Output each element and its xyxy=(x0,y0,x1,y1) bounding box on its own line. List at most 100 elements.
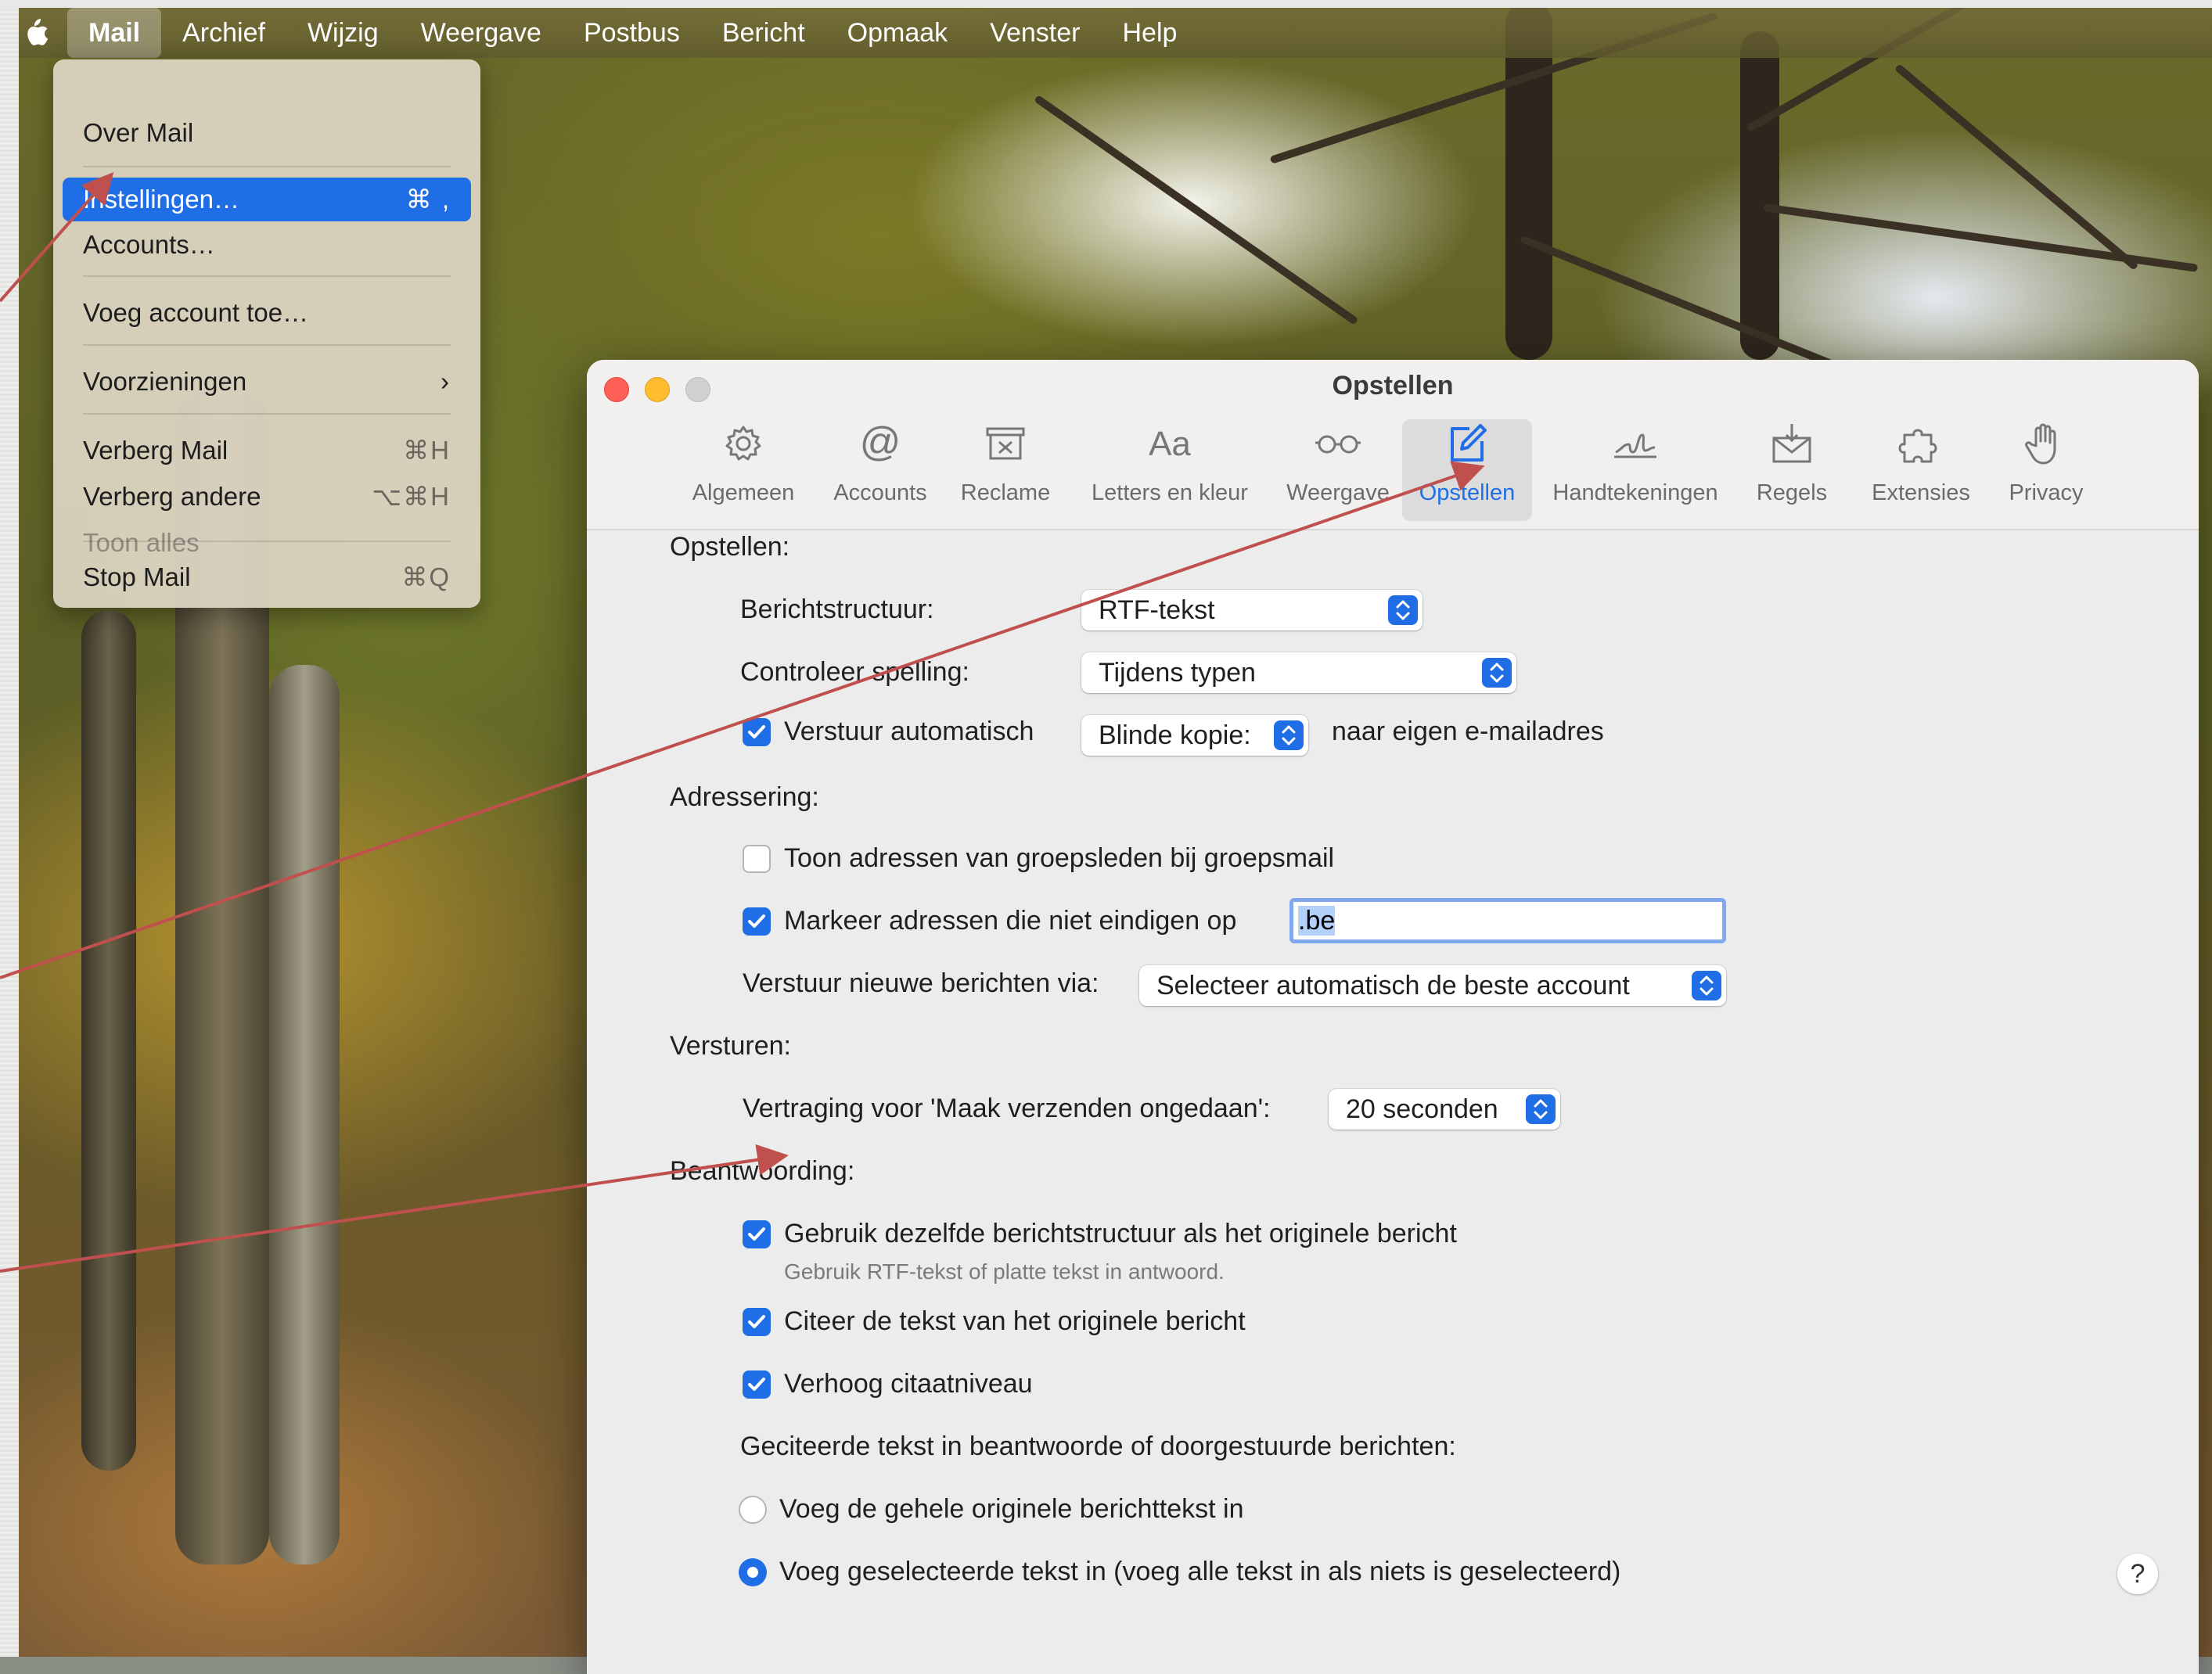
send-via-popup[interactable]: Selecteer automatisch de beste account xyxy=(1139,965,1726,1006)
menu-item-hide-others[interactable]: Verberg andere ⌥⌘H xyxy=(83,476,451,517)
menu-shortcut: ⌘Q xyxy=(401,562,451,591)
domain-input-value: .be xyxy=(1298,906,1336,936)
tab-weergave[interactable]: Weergave xyxy=(1275,419,1401,521)
menu-item-settings[interactable]: Instellingen… ⌘ , xyxy=(63,178,471,221)
tab-reclame[interactable]: Reclame xyxy=(951,419,1060,521)
send-via-value: Selecteer automatisch de beste account xyxy=(1156,971,1630,1000)
menu-weergave[interactable]: Weergave xyxy=(400,8,563,58)
tab-privacy[interactable]: Privacy xyxy=(1995,419,2097,521)
spelling-popup[interactable]: Tijdens typen xyxy=(1081,652,1516,693)
menu-archief[interactable]: Archief xyxy=(161,8,286,58)
tab-opstellen[interactable]: Opstellen xyxy=(1402,419,1532,521)
svg-text:Aa: Aa xyxy=(1149,425,1191,463)
menu-wijzig[interactable]: Wijzig xyxy=(286,8,400,58)
menu-help[interactable]: Help xyxy=(1101,8,1198,58)
tree-trunk xyxy=(269,665,340,1564)
spelling-label: Controleer spelling: xyxy=(740,657,969,687)
show-group-checkbox[interactable] xyxy=(743,845,771,873)
tab-label: Weergave xyxy=(1286,480,1390,505)
checkmark-icon xyxy=(748,914,765,928)
checkmark-icon xyxy=(748,725,765,738)
auto-send-checkbox[interactable] xyxy=(743,718,771,746)
menu-venster[interactable]: Venster xyxy=(969,8,1101,58)
menu-item-add-account[interactable]: Voeg account toe… xyxy=(83,293,451,333)
tab-label: Handtekeningen xyxy=(1552,480,1718,505)
settings-window: Opstellen Algemeen @ Accounts Reclame Aa… xyxy=(587,360,2199,1674)
apple-icon[interactable] xyxy=(19,16,50,50)
svg-text:@: @ xyxy=(860,419,901,465)
font-aa-icon: Aa xyxy=(1149,425,1191,463)
menu-item-label: Stop Mail xyxy=(83,562,191,591)
menu-bar: Mail Archief Wijzig Weergave Postbus Ber… xyxy=(19,8,2212,58)
compose-settings-pane: Opstellen: Berichtstructuur: RTF-tekst C… xyxy=(587,530,2199,1674)
include-all-label: Voeg de gehele originele berichttekst in xyxy=(779,1494,1244,1524)
tab-extensies[interactable]: Extensies xyxy=(1858,419,1984,521)
help-button[interactable]: ? xyxy=(2117,1554,2158,1594)
section-heading-compose: Opstellen: xyxy=(670,532,790,562)
section-heading-sending: Versturen: xyxy=(670,1031,791,1061)
tree-trunk xyxy=(1740,31,1779,360)
menu-item-label: Verberg Mail xyxy=(83,436,228,465)
menu-separator xyxy=(83,541,451,542)
increase-quote-label: Verhoog citaatniveau xyxy=(784,1369,1033,1399)
popup-stepper-icon xyxy=(1692,971,1721,1000)
tab-regels[interactable]: Regels xyxy=(1741,419,1843,521)
menu-separator xyxy=(83,166,451,167)
menu-item-accounts[interactable]: Accounts… xyxy=(83,225,451,265)
auto-send-popup[interactable]: Blinde kopie: xyxy=(1081,715,1308,756)
include-all-radio[interactable] xyxy=(739,1496,767,1524)
popup-stepper-icon xyxy=(1274,720,1304,750)
menu-item-hide-mail[interactable]: Verberg Mail ⌘H xyxy=(83,430,451,471)
mail-menu-dropdown-bottom: Stop Mail ⌘Q xyxy=(53,529,480,608)
tab-algemeen[interactable]: Algemeen xyxy=(681,419,806,521)
tab-label: Extensies xyxy=(1872,480,1970,505)
menu-opmaak[interactable]: Opmaak xyxy=(826,8,969,58)
menu-bericht[interactable]: Bericht xyxy=(701,8,826,58)
tab-letters-en-kleur[interactable]: Aa Letters en kleur xyxy=(1076,419,1264,521)
quote-label: Citeer de tekst van het originele berich… xyxy=(784,1306,1246,1336)
tab-accounts[interactable]: @ Accounts xyxy=(822,419,939,521)
hand-icon xyxy=(2025,423,2056,465)
glasses-icon xyxy=(1315,435,1361,454)
quote-checkbox[interactable] xyxy=(743,1308,771,1336)
quoted-text-label: Geciteerde tekst in beantwoorde of doorg… xyxy=(740,1432,1456,1461)
section-heading-responding: Beantwoording: xyxy=(670,1156,855,1186)
increase-quote-checkbox[interactable] xyxy=(743,1370,771,1399)
gear-icon xyxy=(725,426,761,461)
auto-send-suffix: naar eigen e-mailadres xyxy=(1332,717,1604,746)
screenshot-border-top xyxy=(0,0,2212,8)
include-selected-label: Voeg geselecteerde tekst in (voeg alle t… xyxy=(779,1557,1621,1586)
menu-postbus[interactable]: Postbus xyxy=(563,8,701,58)
mark-addresses-checkbox[interactable] xyxy=(743,907,771,936)
menu-mail[interactable]: Mail xyxy=(67,8,162,58)
tab-label: Algemeen xyxy=(692,480,795,505)
menu-item-about[interactable]: Over Mail xyxy=(83,113,451,153)
menu-item-quit[interactable]: Stop Mail ⌘Q xyxy=(83,557,451,598)
message-format-label: Berichtstructuur: xyxy=(740,595,934,624)
domain-input[interactable]: .be xyxy=(1289,898,1726,943)
message-format-popup[interactable]: RTF-tekst xyxy=(1081,590,1423,630)
checkmark-icon xyxy=(748,1227,765,1241)
spelling-value: Tijdens typen xyxy=(1099,658,1256,688)
rules-envelope-icon xyxy=(1772,424,1811,463)
include-selected-radio[interactable] xyxy=(739,1558,767,1586)
menu-item-label: Accounts… xyxy=(83,230,215,259)
section-heading-addressing: Adressering: xyxy=(670,782,819,812)
same-format-label: Gebruik dezelfde berichtstructuur als he… xyxy=(784,1219,1457,1248)
menu-item-label: Instellingen… xyxy=(83,185,239,214)
menu-item-services[interactable]: Voorzieningen › xyxy=(83,361,451,402)
tab-label: Reclame xyxy=(960,480,1051,505)
tab-handtekeningen[interactable]: Handtekeningen xyxy=(1541,419,1729,521)
signature-icon xyxy=(1614,433,1656,458)
undo-delay-popup[interactable]: 20 seconden xyxy=(1329,1089,1560,1130)
menu-separator xyxy=(83,344,451,346)
menu-separator xyxy=(83,275,451,277)
same-format-checkbox[interactable] xyxy=(743,1220,771,1248)
undo-delay-label: Vertraging voor 'Maak verzenden ongedaan… xyxy=(743,1094,1271,1123)
popup-stepper-icon xyxy=(1388,595,1418,625)
tab-label: Accounts xyxy=(833,480,927,505)
tab-label: Privacy xyxy=(2009,480,2084,505)
same-format-hint: Gebruik RTF-tekst of platte tekst in ant… xyxy=(784,1259,1225,1284)
compose-icon xyxy=(1451,424,1487,462)
menu-shortcut: ⌘H xyxy=(403,436,451,465)
